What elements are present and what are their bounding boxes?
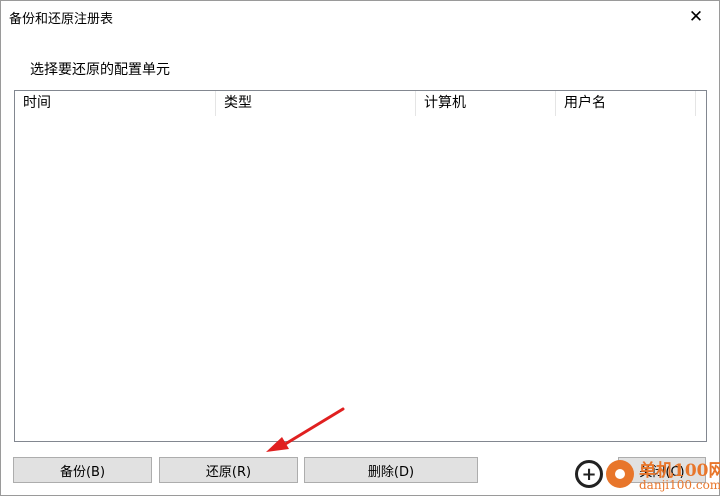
- column-header-computer[interactable]: 计算机: [416, 91, 556, 116]
- column-header-type[interactable]: 类型: [216, 91, 416, 116]
- backup-button[interactable]: 备份(B): [13, 457, 152, 483]
- delete-button[interactable]: 删除(D): [304, 457, 478, 483]
- column-header-username[interactable]: 用户名: [556, 91, 696, 116]
- record-icon: [606, 460, 634, 488]
- restore-button[interactable]: 还原(R): [159, 457, 298, 483]
- title-bar: 备份和还原注册表 ✕: [1, 1, 719, 32]
- column-header-time[interactable]: 时间: [15, 91, 216, 116]
- backup-list[interactable]: 时间 类型 计算机 用户名: [14, 90, 707, 442]
- window-title: 备份和还原注册表: [9, 12, 114, 27]
- list-header: 时间 类型 计算机 用户名: [15, 91, 706, 116]
- dialog-window: 备份和还原注册表 ✕ 选择要还原的配置单元 时间 类型 计算机 用户名: [0, 0, 720, 496]
- plus-icon: +: [575, 460, 603, 488]
- watermark-logo: + 单机100网 danji100.com: [573, 452, 720, 496]
- select-hive-prompt: 选择要还原的配置单元: [30, 62, 170, 78]
- close-icon: ✕: [688, 6, 704, 27]
- close-window-button[interactable]: ✕: [673, 1, 719, 32]
- watermark-url: danji100.com: [639, 478, 720, 492]
